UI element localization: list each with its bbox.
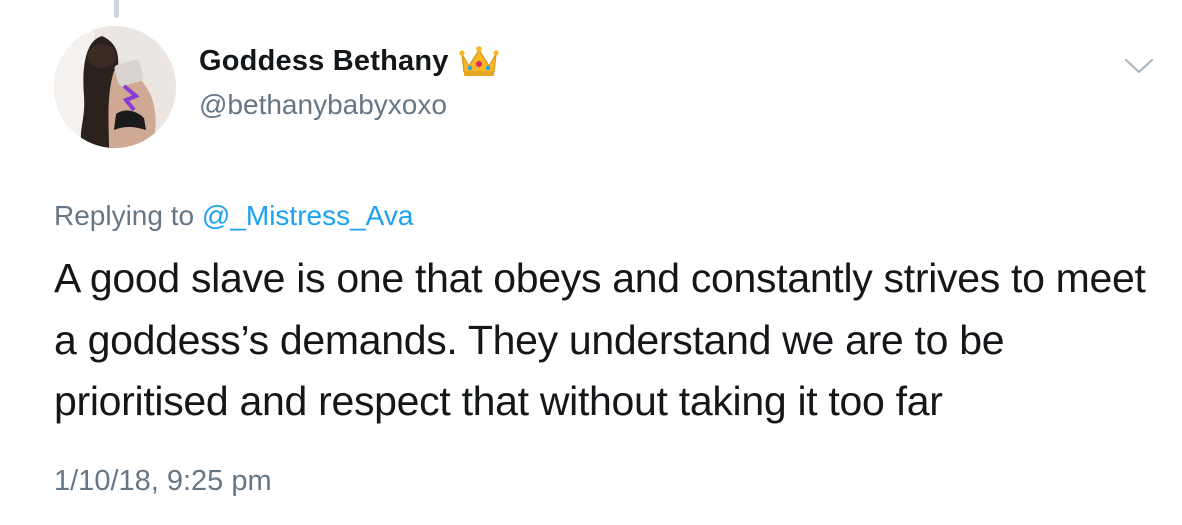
- thread-connector-line: [114, 0, 119, 18]
- chevron-down-icon[interactable]: [1123, 56, 1155, 76]
- tweet-timestamp[interactable]: 1/10/18, 9:25 pm: [54, 465, 272, 498]
- replying-to: Replying to @_Mistress_Ava: [54, 200, 413, 232]
- reply-mention-link[interactable]: @_Mistress_Ava: [202, 200, 414, 231]
- crown-icon: [458, 46, 499, 76]
- display-name[interactable]: Goddess Bethany: [199, 45, 449, 78]
- replying-to-label: Replying to: [54, 200, 195, 231]
- avatar[interactable]: [54, 26, 176, 148]
- user-handle[interactable]: @bethanybabyxoxo: [199, 89, 447, 121]
- avatar-photo: [54, 26, 176, 148]
- tweet-text: A good slave is one that obeys and const…: [54, 255, 1146, 424]
- author-row: Goddess Bethany: [199, 44, 499, 78]
